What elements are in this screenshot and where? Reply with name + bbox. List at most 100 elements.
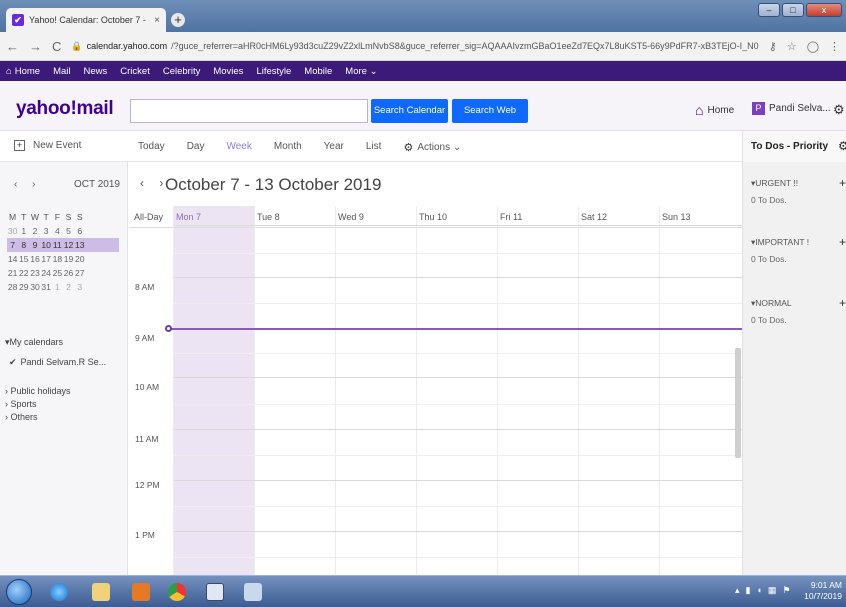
gear-icon[interactable]: ⚙ [833, 102, 845, 118]
mini-day[interactable]: 28 [7, 280, 18, 294]
mini-day[interactable]: 9 [29, 238, 40, 252]
mini-day[interactable]: 23 [29, 266, 40, 280]
profile-icon[interactable]: ◯ [807, 40, 819, 53]
user-menu[interactable]: P Pandi Selva... [752, 102, 831, 115]
mini-day[interactable]: 14 [7, 252, 18, 266]
view-list[interactable]: List [366, 141, 382, 154]
outlook-icon[interactable] [126, 579, 156, 605]
app-window-icon[interactable] [238, 579, 268, 605]
day-header-mon[interactable]: Mon 7 [176, 212, 201, 222]
mini-day[interactable]: 17 [41, 252, 52, 266]
mini-day[interactable]: 30 [7, 224, 18, 238]
mini-day[interactable]: 3 [41, 224, 52, 238]
add-todo-important-button[interactable]: + [839, 235, 846, 249]
mini-day[interactable]: 10 [41, 238, 52, 252]
nav-mail[interactable]: Mail [53, 66, 70, 77]
public-holidays-link[interactable]: › Public holidays [5, 385, 71, 398]
mini-day[interactable]: 2 [63, 280, 74, 294]
mini-day[interactable]: 3 [74, 280, 85, 294]
search-calendar-button[interactable]: Search Calendar [371, 99, 448, 123]
todo-group-important[interactable]: ▾IMPORTANT ! 0 To Dos. [751, 237, 809, 264]
header-home-link[interactable]: ⌂ Home [695, 102, 734, 118]
internet-explorer-icon[interactable] [44, 579, 74, 605]
nav-more[interactable]: More ⌄ [345, 66, 377, 77]
view-year[interactable]: Year [324, 141, 344, 154]
mini-day[interactable]: 26 [63, 266, 74, 280]
reload-icon[interactable]: C [52, 39, 61, 54]
tab-close-icon[interactable]: × [154, 15, 160, 26]
view-today[interactable]: Today [138, 141, 165, 154]
mini-day[interactable]: 30 [29, 280, 40, 294]
mini-day[interactable]: 27 [74, 266, 85, 280]
view-month[interactable]: Month [274, 141, 302, 154]
back-icon[interactable]: ← [6, 39, 19, 54]
todo-group-normal[interactable]: ▾NORMAL 0 To Dos. [751, 298, 792, 325]
mini-day[interactable]: 13 [74, 238, 85, 252]
file-explorer-icon[interactable] [86, 579, 116, 605]
browser-menu-icon[interactable]: ⋮ [829, 40, 840, 53]
nav-movies[interactable]: Movies [213, 66, 243, 77]
my-calendars-toggle[interactable]: ▾My calendars [5, 337, 63, 348]
close-window-button[interactable]: x [806, 3, 842, 17]
sports-link[interactable]: › Sports [5, 398, 71, 411]
taskbar-clock[interactable]: 9:01 AM 10/7/2019 [802, 580, 842, 602]
nav-home[interactable]: ⌂ Home [6, 66, 40, 77]
day-header-thu[interactable]: Thu 10 [419, 212, 447, 222]
mini-calendar-nav[interactable]: ‹ › [14, 179, 41, 190]
add-todo-normal-button[interactable]: + [839, 296, 846, 310]
view-day[interactable]: Day [187, 141, 205, 154]
my-calendar-item[interactable]: ✔ Pandi Selvam.R Se... [9, 357, 106, 368]
tray-device-icon[interactable]: ▮ [746, 585, 751, 596]
todo-settings-icon[interactable]: ⚙ [838, 139, 846, 153]
mini-day[interactable]: 7 [7, 238, 18, 252]
mini-day[interactable]: 25 [52, 266, 63, 280]
actions-menu[interactable]: ⚙ Actions ⌄ [403, 141, 461, 154]
calendar-scrollbar[interactable] [735, 348, 741, 458]
start-button-icon[interactable] [6, 579, 32, 605]
mini-day[interactable]: 1 [18, 224, 29, 238]
mini-day[interactable]: 1 [52, 280, 63, 294]
day-header-tue[interactable]: Tue 8 [257, 212, 280, 222]
action-center-icon[interactable]: ⚑ [782, 585, 790, 596]
mini-day[interactable]: 15 [18, 252, 29, 266]
mini-day[interactable]: 2 [29, 224, 40, 238]
mini-day[interactable]: 11 [52, 238, 63, 252]
word-document-icon[interactable] [200, 579, 230, 605]
nav-mobile[interactable]: Mobile [304, 66, 332, 77]
day-header-sat[interactable]: Sat 12 [581, 212, 607, 222]
new-event-button[interactable]: + New Event [14, 140, 81, 151]
browser-tab[interactable]: ✔ Yahoo! Calendar: October 7 - 13 × [6, 8, 166, 32]
volume-icon[interactable]: ◖ [756, 585, 761, 596]
day-header-wed[interactable]: Wed 9 [338, 212, 364, 222]
mini-day[interactable]: 29 [18, 280, 29, 294]
mini-day[interactable]: 22 [18, 266, 29, 280]
add-todo-urgent-button[interactable]: + [839, 176, 846, 190]
mini-day[interactable]: 31 [41, 280, 52, 294]
mini-day[interactable]: 6 [74, 224, 85, 238]
forward-icon[interactable]: → [29, 39, 42, 54]
nav-news[interactable]: News [84, 66, 108, 77]
day-header-sun[interactable]: Sun 13 [662, 212, 691, 222]
mini-day[interactable]: 18 [52, 252, 63, 266]
nav-celebrity[interactable]: Celebrity [163, 66, 201, 77]
others-link[interactable]: › Others [5, 411, 71, 424]
mini-day[interactable]: 16 [29, 252, 40, 266]
mini-day[interactable]: 21 [7, 266, 18, 280]
minimize-button[interactable]: – [758, 3, 780, 17]
mini-day[interactable]: 4 [52, 224, 63, 238]
chrome-icon[interactable] [162, 579, 192, 605]
search-input[interactable] [130, 99, 368, 123]
bookmark-star-icon[interactable]: ☆ [787, 40, 797, 53]
todo-group-urgent[interactable]: ▾URGENT !! 0 To Dos. [751, 178, 798, 205]
mini-day[interactable]: 8 [18, 238, 29, 252]
mini-day[interactable]: 20 [74, 252, 85, 266]
search-web-button[interactable]: Search Web [452, 99, 528, 123]
yahoo-mail-logo[interactable]: yahoo!mail [16, 98, 114, 120]
key-icon[interactable]: ⚷ [769, 40, 777, 53]
mini-day[interactable]: 12 [63, 238, 74, 252]
nav-cricket[interactable]: Cricket [120, 66, 150, 77]
mini-day[interactable]: 19 [63, 252, 74, 266]
tray-arrow-icon[interactable]: ▴ [735, 585, 740, 596]
url-field[interactable]: 🔒 calendar.yahoo.com/?guce_referrer=aHR0… [71, 41, 758, 52]
mini-day[interactable]: 5 [63, 224, 74, 238]
